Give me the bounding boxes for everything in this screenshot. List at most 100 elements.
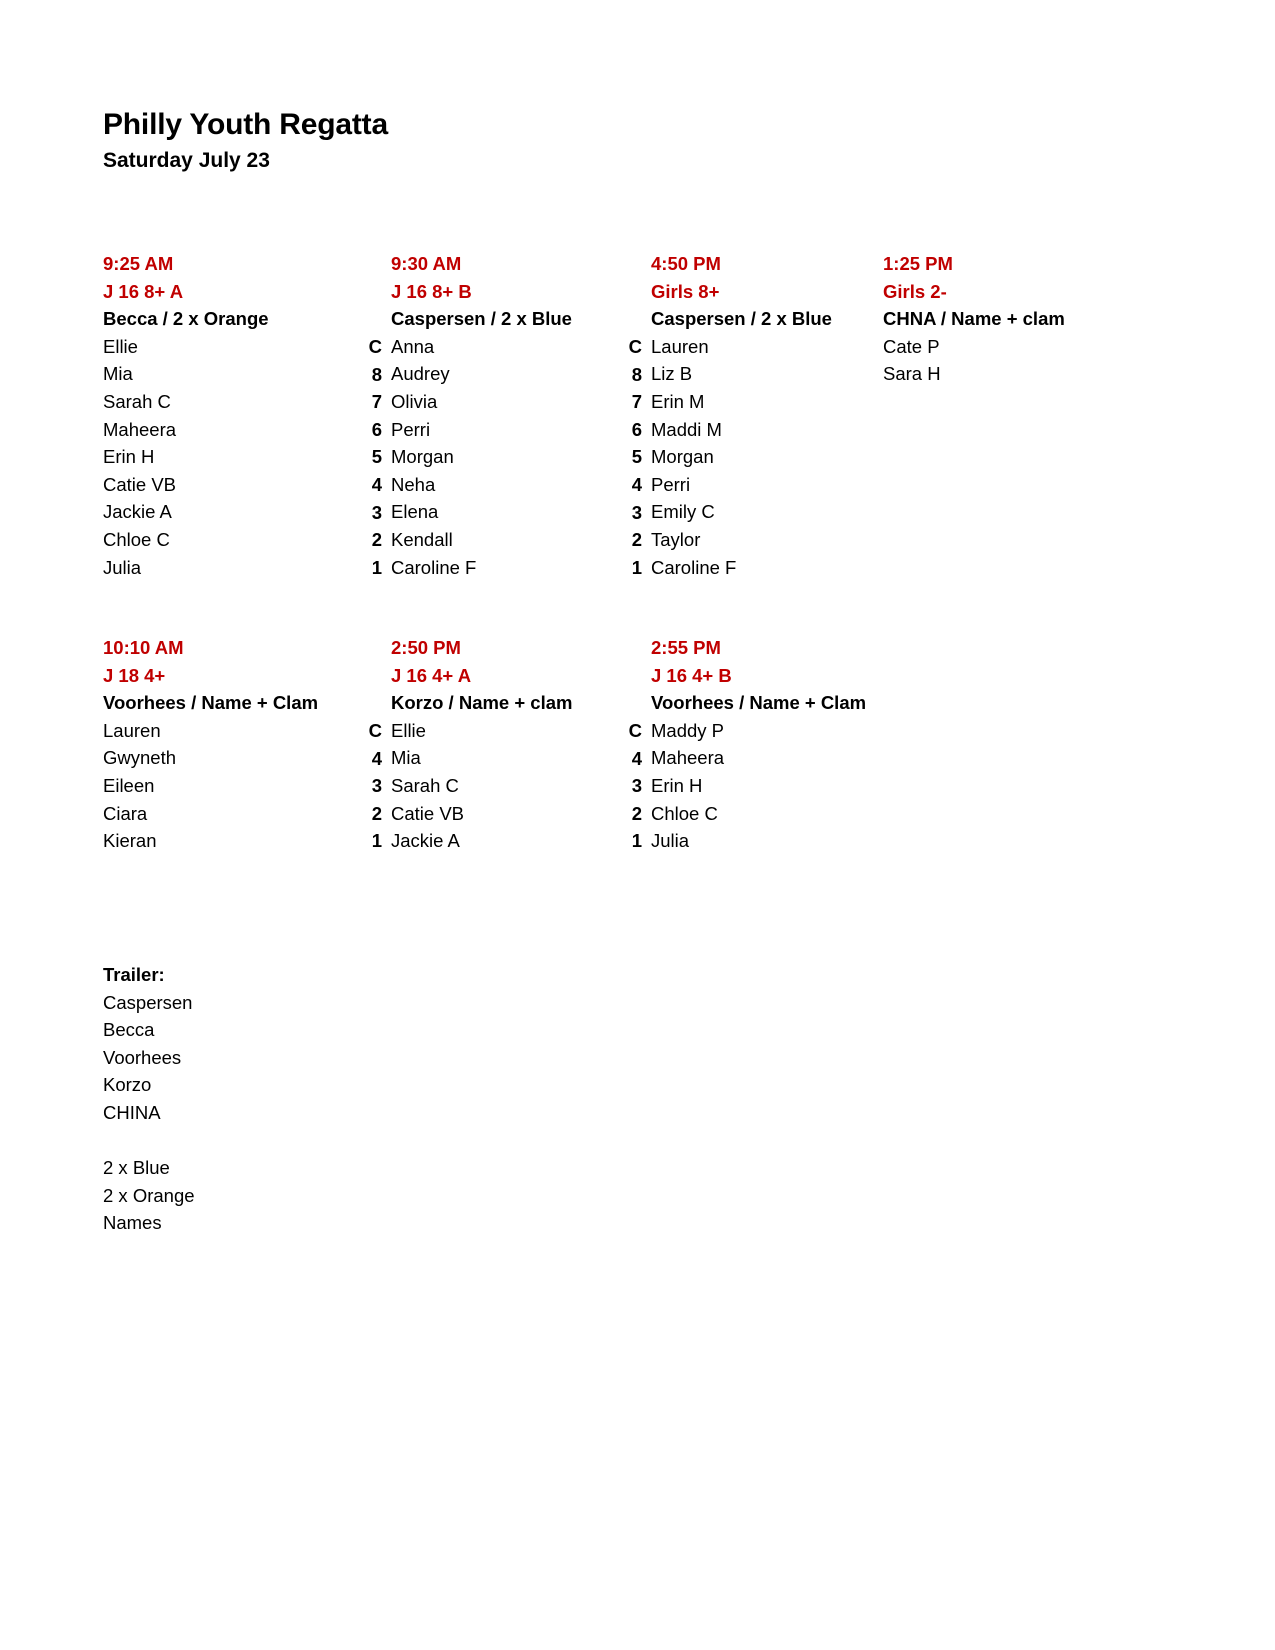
rower-name: Kieran [103,830,157,852]
race-event: J 16 8+ B [391,280,472,302]
rower-name: Catie VB [103,473,177,495]
rower-name: Julia [103,556,142,578]
seat-number: 8 [631,363,642,385]
rower-name: Sara H [883,363,941,385]
rower-name: Neha [391,473,436,495]
race-entry: 10:10 AM J 18 4+ Voorhees / Name + Clam Lau… [103,634,363,855]
rower-name: Maheera [651,747,725,769]
seat-number-gutter: C 8 7 6 5 4 3 2 1 [623,250,651,581]
seat-number-gutter: C 4 3 2 1 [363,634,391,855]
seat-number: 2 [371,529,382,551]
race-event: J 16 4+ A [391,664,472,686]
rower-name: Anna [391,335,435,357]
trailer-heading: Trailer: [103,964,165,985]
rower-name: Morgan [651,446,714,468]
seat-number: 3 [631,501,642,523]
rower-name: Erin H [651,774,703,796]
rower-name: Erin M [651,390,705,412]
race-entry-body: 2:55 PM J 16 4+ B Voorhees / Name + Clam Ma… [651,634,866,855]
rower-name: Sarah C [391,774,459,796]
trailer-spacer [103,1127,195,1155]
seat-number: 8 [371,363,382,385]
document-page: Philly Youth Regatta Saturday July 23 9:… [0,0,1275,1650]
trailer-block: Trailer: Caspersen Becca Voorhees Korzo CHIN… [103,961,195,1237]
rower-name: Mia [103,363,133,385]
race-time: 1:25 PM [883,253,953,274]
rower-name: Maheera [103,418,177,440]
trailer-equipment-list: 2 x Blue 2 x Orange Names [103,1154,195,1237]
race-entry: C 8 7 6 5 4 3 2 1 9:30 AM J 16 8+ B Caspersen / 2 x… [363,250,623,581]
seat-number: 1 [371,830,382,852]
seat-number: 2 [371,802,382,824]
race-entry-body: 4:50 PM Girls 8+ Caspersen / 2 x Blue Laure… [651,250,883,581]
seat-number: 5 [371,446,382,468]
rower-name: Maddy P [651,719,725,741]
seat-number: 4 [371,473,382,495]
rower-name: Taylor [651,528,701,550]
rower-name: Catie VB [391,802,465,824]
rower-name: Mia [391,747,421,769]
rower-name: Erin H [103,446,155,468]
rower-name: Jackie A [391,830,460,852]
race-event: J 16 4+ B [651,664,732,686]
race-boat-assignment: CHNA / Name + clam [883,308,1065,330]
rower-name: Caroline F [651,556,737,578]
race-boat-assignment: Voorhees / Name + Clam [651,692,867,714]
seat-number: 4 [631,747,642,769]
rower-name: Liz B [651,363,693,385]
race-time: 9:30 AM [391,253,462,274]
seat-number: C [368,720,382,741]
seat-number: C [628,336,642,357]
race-time: 2:50 PM [391,637,461,658]
race-boat-assignment: Korzo / Name + clam [391,692,573,714]
seat-number: 4 [631,473,642,495]
trailer-equipment-item: Names [103,1212,162,1234]
rower-name: Gwyneth [103,747,177,769]
trailer-equipment-item: 2 x Orange [103,1184,195,1206]
rower-name: Maddi M [651,418,722,440]
title-block: Philly Youth Regatta Saturday July 23 [103,108,388,173]
race-event: Girls 2- [883,280,947,302]
race-boat-assignment: Voorhees / Name + Clam [103,692,319,714]
race-entry-body: 9:30 AM J 16 8+ B Caspersen / 2 x Blue Anna… [391,250,623,581]
race-time: 4:50 PM [651,253,721,274]
trailer-boat-item: Becca [103,1019,155,1041]
race-time: 10:10 AM [103,637,184,658]
rower-name: Perri [391,418,431,440]
seat-number: 4 [371,747,382,769]
trailer-boat-item: Korzo [103,1074,152,1096]
race-event: J 16 8+ A [103,280,184,302]
trailer-boat-item: Caspersen [103,991,193,1013]
trailer-boat-item: CHINA [103,1101,161,1123]
seat-number: C [368,336,382,357]
rower-name: Morgan [391,446,454,468]
seat-number: 3 [631,775,642,797]
race-entry: 1:25 PM Girls 2- CHNA / Name + clam Cate P S… [883,250,1065,388]
rower-name: Lauren [651,335,709,357]
seat-number: C [628,720,642,741]
race-event: J 18 4+ [103,664,166,686]
rower-name: Cate P [883,335,940,357]
race-time: 9:25 AM [103,253,174,274]
seat-number: 2 [631,802,642,824]
seat-number: 5 [631,446,642,468]
race-boat-assignment: Caspersen / 2 x Blue [391,308,572,330]
page-subtitle: Saturday July 23 [103,148,270,172]
rower-name: Ellie [391,719,426,741]
seat-number: 3 [371,775,382,797]
rower-name: Julia [651,830,690,852]
rower-name: Caroline F [391,556,477,578]
race-entry-body: 1:25 PM Girls 2- CHNA / Name + clam Cate P S… [883,250,1065,388]
rower-name: Eileen [103,774,155,796]
seat-number-gutter: C 4 3 2 1 [623,634,651,855]
seat-number-gutter: C 8 7 6 5 4 3 2 1 [363,250,391,581]
rower-name: Emily C [651,501,715,523]
race-time: 2:55 PM [651,637,721,658]
race-entry: C 4 3 2 1 2:55 PM J 16 4+ B Voorhees / Name + C… [623,634,866,855]
rower-name: Olivia [391,390,438,412]
rower-name: Jackie A [103,501,172,523]
seat-number: 1 [371,556,382,578]
seat-number: 6 [371,418,382,440]
seat-number: 6 [631,418,642,440]
rower-name: Perri [651,473,691,495]
